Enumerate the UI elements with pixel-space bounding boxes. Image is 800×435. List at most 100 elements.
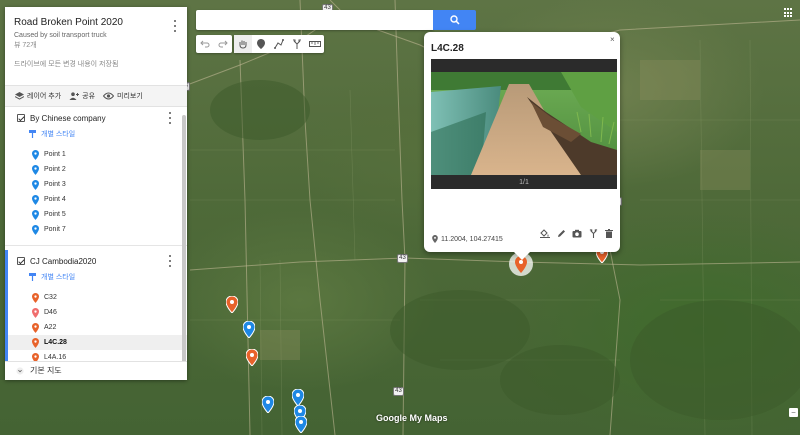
google-my-maps-watermark: Google My Maps	[376, 413, 448, 423]
map-marker-blue[interactable]	[292, 389, 304, 406]
info-tools	[540, 228, 614, 238]
basemap-label: 기본 지도	[30, 366, 62, 375]
directions-icon	[589, 228, 597, 238]
share-label: 공유	[82, 93, 96, 100]
preview-button[interactable]: 미리보기	[103, 91, 143, 101]
marker-icon	[257, 39, 265, 49]
item-label: Point 4	[44, 196, 66, 203]
list-item[interactable]: Point 5	[5, 207, 187, 222]
layer-style-link[interactable]: 개별 스타일	[5, 270, 187, 284]
search-button[interactable]	[433, 10, 476, 30]
item-label: Point 5	[44, 211, 66, 218]
apps-grid-icon[interactable]	[784, 8, 794, 18]
map-marker-blue[interactable]	[262, 396, 274, 413]
redo-button[interactable]	[214, 35, 232, 53]
measure-button[interactable]	[306, 35, 324, 53]
layer-by-chinese-company[interactable]: By Chinese company 개별 스타일 Point 1 Point …	[5, 107, 187, 241]
list-item[interactable]: Point 4	[5, 192, 187, 207]
paint-bucket-icon	[540, 228, 550, 238]
add-photo-button[interactable]	[572, 228, 582, 238]
map-marker-blue[interactable]	[243, 321, 255, 338]
list-item[interactable]: D46	[5, 305, 187, 320]
close-icon[interactable]: ×	[610, 35, 615, 44]
search-icon	[449, 15, 460, 25]
map-panel: Road Broken Point 2020 Caused by soil tr…	[5, 7, 187, 380]
road-shield: 43	[397, 254, 408, 263]
orange-marker-icon	[32, 322, 39, 333]
info-window: L4C.28 × 1/1 11.2004, 104.27415	[424, 32, 620, 260]
list-item[interactable]: Point 2	[5, 162, 187, 177]
layer-options-menu-icon[interactable]	[168, 112, 172, 124]
layer-cj-cambodia2020[interactable]: CJ Cambodia2020 개별 스타일 C32 D46 A22 L4C.2…	[5, 250, 187, 369]
draw-line-icon	[274, 39, 284, 49]
item-label: L4A.16	[44, 354, 67, 361]
layer-visibility-checkbox[interactable]	[17, 114, 25, 122]
map-description[interactable]: Caused by soil transport truck	[14, 32, 178, 39]
eye-icon	[103, 92, 115, 100]
share-button[interactable]: 공유	[69, 91, 95, 101]
camera-icon	[572, 229, 582, 237]
basemap-toggle[interactable]: 기본 지도	[5, 361, 187, 379]
add-marker-button[interactable]	[252, 35, 270, 53]
undo-button[interactable]	[196, 35, 214, 53]
map-title[interactable]: Road Broken Point 2020	[14, 17, 178, 28]
directions-icon	[293, 39, 301, 49]
add-directions-button[interactable]	[288, 35, 306, 53]
delete-button[interactable]	[604, 228, 614, 238]
map-options-menu-icon[interactable]	[173, 20, 177, 32]
panel-scrollbar[interactable]	[182, 115, 186, 365]
add-layer-button[interactable]: 레이어 추가	[15, 91, 61, 101]
layer-visibility-checkbox[interactable]	[17, 257, 25, 265]
layer-name[interactable]: CJ Cambodia2020	[30, 257, 96, 266]
layer-options-menu-icon[interactable]	[168, 255, 172, 267]
blue-marker-icon	[32, 149, 39, 160]
search-input[interactable]	[196, 10, 433, 30]
coordinates-text: 11.2004, 104.27415	[441, 235, 503, 243]
draw-line-button[interactable]	[270, 35, 288, 53]
layer-list: By Chinese company 개별 스타일 Point 1 Point …	[5, 107, 187, 369]
layer-style-link[interactable]: 개별 스타일	[5, 127, 187, 141]
orange-marker-icon	[32, 292, 39, 303]
blue-marker-icon	[32, 209, 39, 220]
item-label: Point 1	[44, 151, 66, 158]
map-marker-orange[interactable]	[246, 349, 258, 366]
panel-header: Road Broken Point 2020 Caused by soil tr…	[5, 7, 187, 85]
list-item[interactable]: A22	[5, 320, 187, 335]
photo-counter: 1/1	[519, 179, 529, 186]
add-person-icon	[69, 92, 80, 100]
blue-marker-icon	[32, 179, 39, 190]
list-item[interactable]: Ponit 7	[5, 222, 187, 237]
map-toolbar	[196, 35, 324, 53]
list-item-selected[interactable]: L4C.28	[5, 335, 187, 350]
item-label: Ponit 7	[44, 226, 66, 233]
map-marker-orange[interactable]	[226, 296, 238, 313]
map-view-count: 뷰 72개	[14, 42, 37, 49]
zoom-out-button[interactable]: −	[789, 408, 798, 417]
layer-name[interactable]: By Chinese company	[30, 114, 106, 123]
list-item[interactable]: C32	[5, 290, 187, 305]
add-layer-label: 레이어 추가	[27, 93, 62, 100]
location-pin-icon	[432, 235, 438, 243]
map-marker-blue[interactable]	[295, 416, 307, 433]
list-item[interactable]: Point 3	[5, 177, 187, 192]
pink-marker-icon	[32, 307, 39, 318]
road-shield: 43	[393, 387, 404, 396]
photo-viewer[interactable]: 1/1	[431, 59, 617, 189]
item-label: D46	[44, 309, 57, 316]
item-label: Point 2	[44, 166, 66, 173]
item-label: Point 3	[44, 181, 66, 188]
style-button[interactable]	[540, 228, 550, 238]
item-label: C32	[44, 294, 57, 301]
hand-icon	[239, 40, 247, 49]
edit-button[interactable]	[556, 228, 566, 238]
list-item[interactable]: Point 1	[5, 147, 187, 162]
chevron-down-icon	[16, 366, 24, 375]
orange-marker-icon	[32, 337, 39, 348]
pan-tool-button[interactable]	[234, 35, 252, 53]
layer-style-label: 개별 스타일	[41, 274, 76, 281]
directions-button[interactable]	[588, 228, 598, 238]
map-actions: 레이어 추가 공유 미리보기	[5, 85, 187, 107]
pencil-icon	[557, 229, 565, 237]
trash-icon	[605, 228, 613, 238]
blue-marker-icon	[32, 164, 39, 175]
